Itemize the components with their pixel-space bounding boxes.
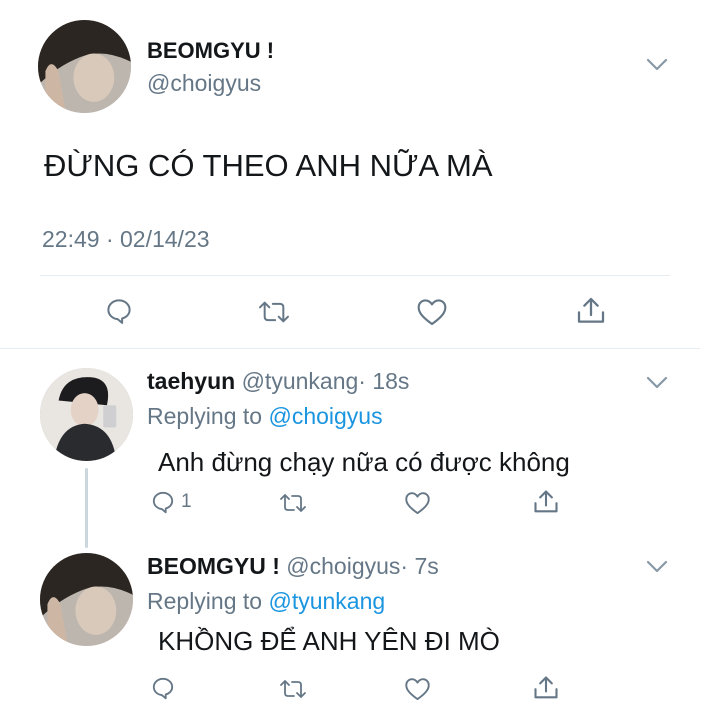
handle[interactable]: @choigyus — [286, 553, 400, 579]
replying-label: Replying to — [147, 403, 262, 429]
display-name[interactable]: BEOMGYU ! — [147, 553, 280, 579]
reply-button[interactable] — [104, 296, 134, 326]
reply-button[interactable]: 1 — [150, 489, 192, 515]
reply-icon — [104, 296, 134, 326]
like-icon — [416, 297, 448, 327]
reply-count: 1 — [181, 491, 192, 513]
mention-link[interactable]: @tyunkang — [268, 588, 385, 614]
time-ago[interactable]: · 7s — [400, 553, 438, 579]
share-button[interactable] — [532, 488, 560, 516]
share-button[interactable] — [575, 295, 607, 327]
replying-label: Replying to — [147, 588, 262, 614]
retweet-button[interactable] — [278, 677, 308, 701]
share-icon — [532, 488, 560, 516]
avatar-photo — [40, 368, 133, 461]
reply-icon — [150, 675, 176, 701]
divider — [40, 275, 670, 276]
avatar[interactable] — [40, 368, 133, 461]
timestamp[interactable]: 22:49 · 02/14/23 — [42, 226, 210, 253]
avatar[interactable] — [38, 20, 131, 113]
avatar-photo — [38, 20, 131, 113]
handle[interactable]: @tyunkang — [242, 368, 359, 394]
retweet-icon — [278, 677, 308, 701]
tweet-text: ĐỪNG CÓ THEO ANH NỮA MÀ — [44, 148, 493, 184]
like-button[interactable] — [404, 676, 431, 702]
retweet-icon — [257, 298, 291, 326]
avatar-photo — [40, 553, 133, 646]
display-name[interactable]: taehyun — [147, 368, 235, 394]
chevron-down-icon[interactable] — [646, 560, 668, 574]
avatar[interactable] — [40, 553, 133, 646]
display-name[interactable]: BEOMGYU ! — [147, 38, 274, 64]
divider — [0, 348, 700, 349]
replying-to: Replying to @tyunkang — [147, 588, 385, 615]
reply-text: KHỒNG ĐỂ ANH YÊN ĐI MÒ — [158, 626, 500, 657]
like-icon — [404, 676, 431, 702]
reply-icon — [150, 489, 176, 515]
thread-line — [85, 468, 88, 548]
reply-header: BEOMGYU ! @choigyus· 7s — [147, 553, 439, 580]
reply-text: Anh đừng chạy nữa có được không — [158, 447, 570, 478]
retweet-button[interactable] — [278, 491, 308, 515]
share-button[interactable] — [532, 674, 560, 702]
retweet-icon — [278, 491, 308, 515]
like-button[interactable] — [404, 490, 431, 516]
like-button[interactable] — [416, 297, 448, 327]
share-icon — [532, 674, 560, 702]
reply-button[interactable] — [150, 675, 176, 701]
chevron-down-icon[interactable] — [646, 376, 668, 390]
mention-link[interactable]: @choigyus — [268, 403, 382, 429]
retweet-button[interactable] — [257, 298, 291, 326]
replying-to: Replying to @choigyus — [147, 403, 383, 430]
like-icon — [404, 490, 431, 516]
time-ago[interactable]: · 18s — [358, 368, 409, 394]
handle[interactable]: @choigyus — [147, 70, 261, 97]
share-icon — [575, 295, 607, 327]
reply-header: taehyun @tyunkang· 18s — [147, 368, 409, 395]
chevron-down-icon[interactable] — [646, 58, 668, 72]
